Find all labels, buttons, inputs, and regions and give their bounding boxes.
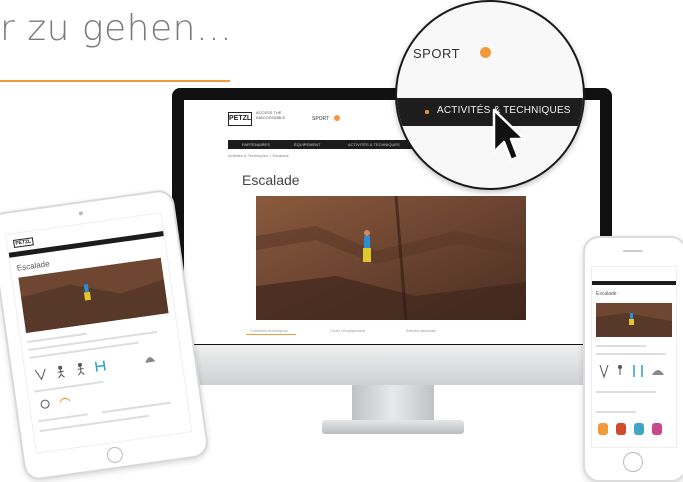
phone-screen: Escalade [591, 266, 677, 448]
magnified-sport-label[interactable]: SPORT [413, 46, 460, 61]
nav-item-equipement[interactable]: ÉQUIPEMENT [294, 142, 320, 147]
phone-product-icons [599, 364, 664, 379]
tablet-site-logo[interactable]: PETZL [12, 237, 34, 248]
phone-page-title: Escalade [596, 291, 617, 297]
tab-contenus-techniques[interactable]: Contenus techniques [250, 328, 288, 333]
nav-item-partenaires[interactable]: PARTENAIRES [242, 142, 270, 147]
product-badge-icon [616, 423, 626, 435]
headline-underline [0, 80, 230, 82]
tablet-text-line [38, 413, 89, 423]
climber-icon [77, 362, 85, 376]
sport-menu-dot-icon [334, 115, 340, 121]
hero-climbing-photo [256, 196, 526, 320]
active-tab-indicator [246, 334, 296, 335]
imac-chin [172, 345, 612, 385]
tab-articles-associes[interactable]: Articles associés [406, 328, 436, 333]
page-headline: r zu gehen… [0, 8, 233, 49]
site-logo[interactable]: PETZL [228, 112, 252, 126]
nav-item-activites[interactable]: ACTIVITÉS & TECHNIQUES [348, 142, 400, 147]
phone-text-line [596, 353, 666, 355]
phone-device: Escalade [583, 236, 683, 482]
phone-hero-photo [596, 303, 672, 337]
phone-text-line [596, 391, 656, 393]
tablet-text-line [34, 380, 104, 393]
page-title: Escalade [242, 172, 300, 188]
tablet-screen: PETZL Escalade [5, 212, 193, 454]
product-badge-icon [634, 423, 644, 435]
phone-speaker [623, 250, 643, 252]
tablet-text-line [101, 401, 172, 414]
product-badge-icon [598, 423, 608, 435]
imac-stand-base [322, 420, 464, 434]
tablet-camera [78, 211, 84, 216]
tab-choix-equipement[interactable]: Choix d'équipement [330, 328, 365, 333]
helmet-icon [145, 357, 156, 363]
belay-icon [40, 399, 50, 409]
mouse-cursor-icon [492, 108, 526, 162]
breadcrumb[interactable]: Activités & Techniques > Escalade [228, 153, 289, 158]
phone-nav-bar [592, 281, 676, 285]
tablet-text-line [29, 341, 139, 359]
logo-tagline: ACCESS THE INACCESSIBLE [256, 110, 286, 120]
phone-text-line [596, 345, 646, 347]
tablet-home-button[interactable] [105, 445, 124, 464]
climber-icon [57, 365, 65, 379]
imac-stand-neck [352, 385, 434, 425]
phone-home-button[interactable] [623, 452, 643, 472]
tablet-page-title: Escalade [16, 259, 51, 273]
phone-text-line [596, 411, 636, 413]
tablet-device: PETZL Escalade [0, 188, 210, 482]
tablet-body: PETZL Escalade [0, 188, 210, 482]
product-badge-icon [652, 423, 662, 435]
nav-bullet-icon [425, 110, 429, 114]
quickdraw-icon [94, 360, 106, 372]
rope-icon [59, 397, 71, 403]
harness-icon [34, 368, 46, 381]
sport-menu-label[interactable]: SPORT [312, 116, 329, 122]
magnified-sport-dot-icon [480, 47, 491, 58]
